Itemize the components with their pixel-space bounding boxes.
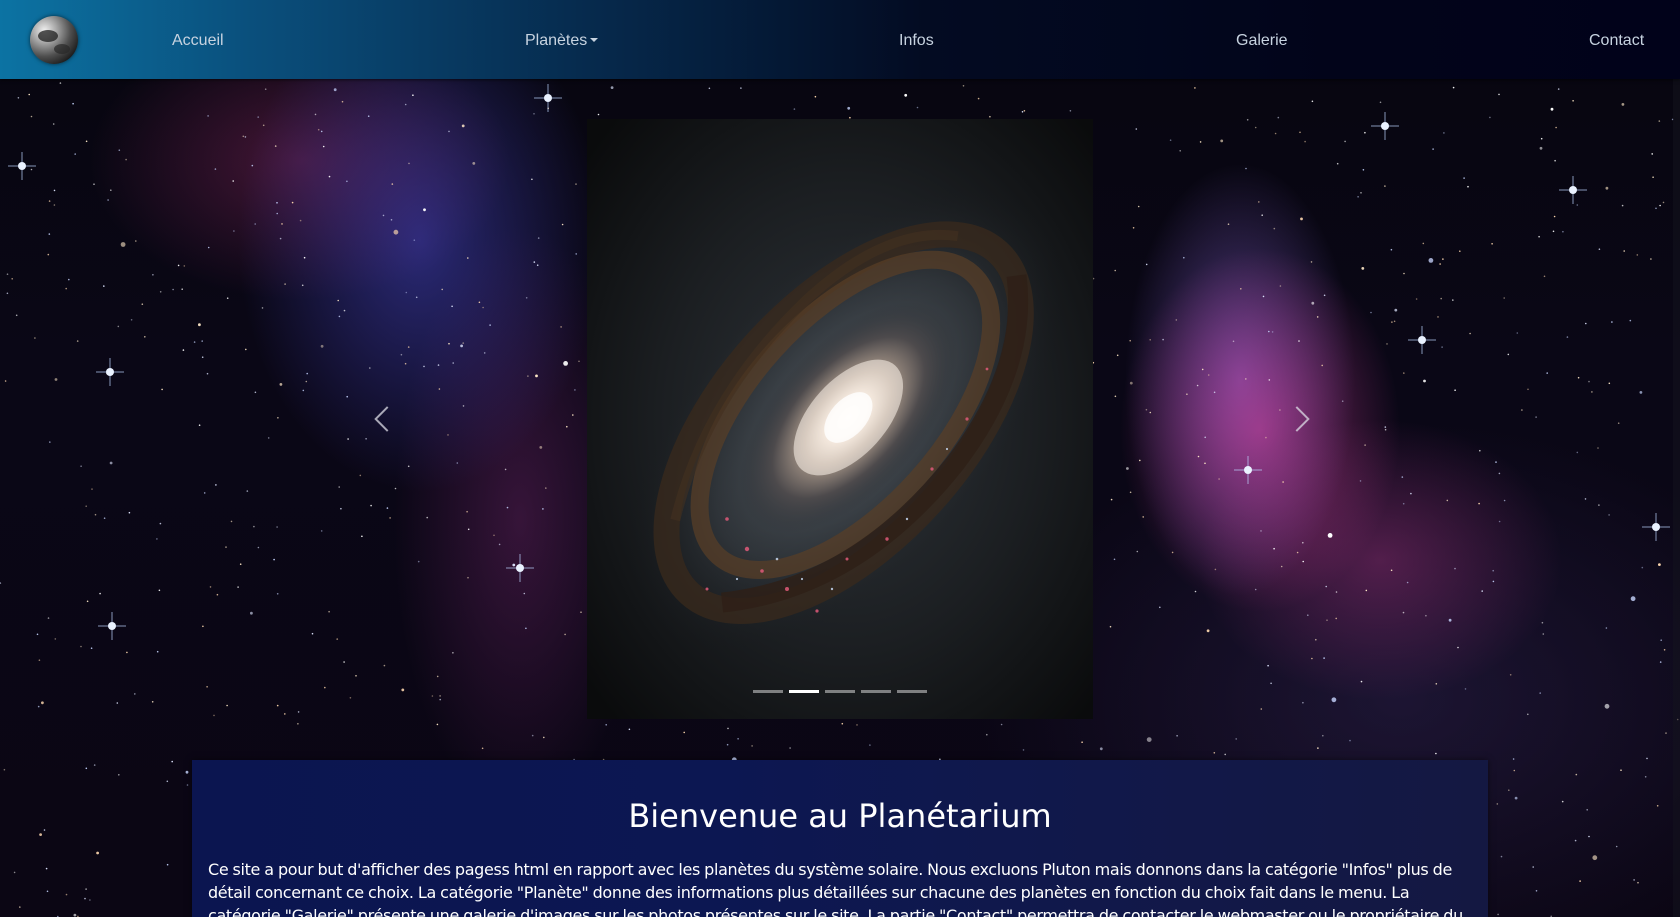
carousel-slide (587, 119, 1093, 719)
scrollbar[interactable] (1673, 0, 1680, 917)
welcome-text: Ce site a pour but d'afficher des pagess… (208, 860, 1463, 917)
carousel-indicator[interactable] (897, 690, 927, 693)
welcome-title: Bienvenue au Planétarium (628, 797, 1052, 835)
nav-link-gallery[interactable]: Galerie (1236, 31, 1288, 51)
nav-dropdown-planets[interactable]: Planètes (525, 31, 599, 51)
carousel-indicators (753, 690, 929, 694)
earth-globe-icon[interactable] (30, 16, 78, 64)
carousel-indicator[interactable] (825, 690, 855, 693)
carousel-indicator[interactable] (789, 690, 819, 693)
nav-link-home[interactable]: Accueil (172, 31, 224, 51)
nav-link-contact[interactable]: Contact (1589, 31, 1644, 51)
carousel-indicator[interactable] (861, 690, 891, 693)
navbar: Accueil Planètes Infos Galerie Contact (0, 0, 1680, 79)
nav-link-infos[interactable]: Infos (899, 31, 934, 51)
spiral-galaxy-image (628, 187, 1066, 651)
caret-down-icon (590, 38, 599, 42)
carousel-indicator[interactable] (753, 690, 783, 693)
nav-dropdown-planets-label: Planètes (525, 32, 588, 49)
page: Accueil Planètes Infos Galerie Contact B… (0, 0, 1680, 917)
